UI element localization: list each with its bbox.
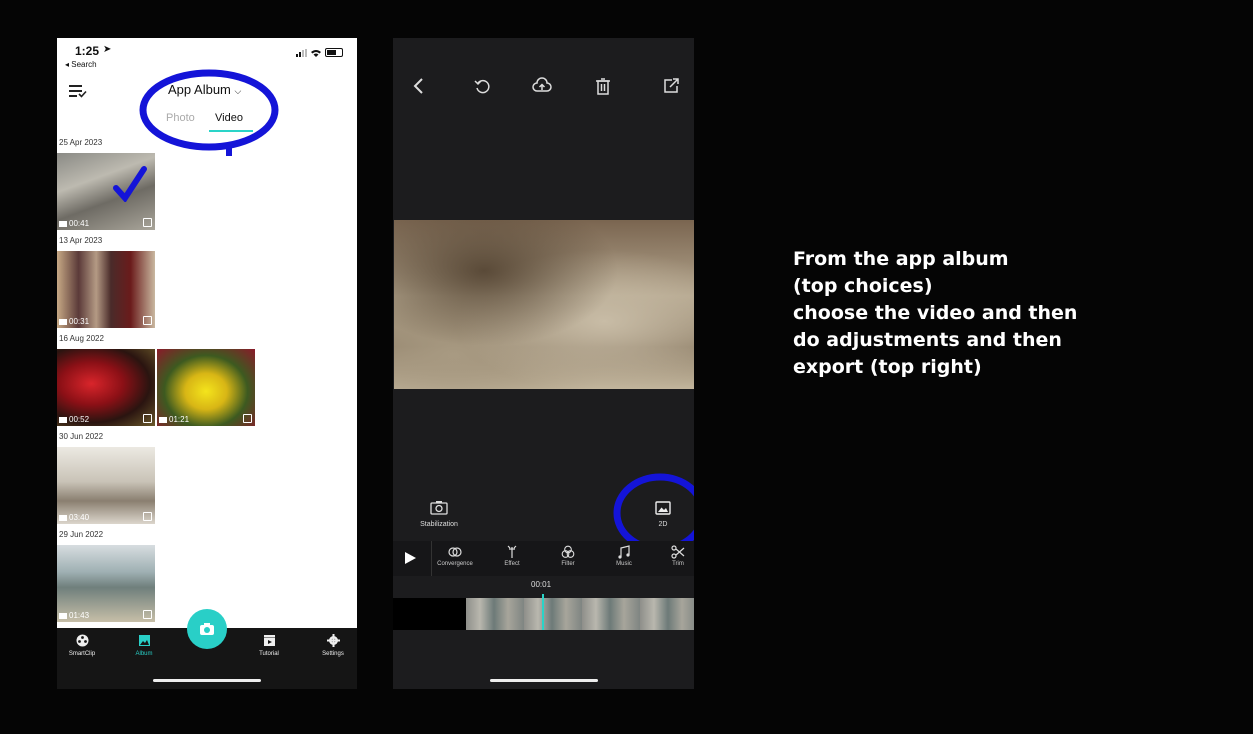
caption-line: export (top right) xyxy=(793,356,982,378)
scissors-icon xyxy=(671,545,685,559)
caption-line: From the app album xyxy=(793,248,1009,270)
video-thumbnail[interactable]: 00:52 xyxy=(57,349,155,426)
effect-wand-icon xyxy=(507,545,517,558)
video-duration: 00:31 xyxy=(59,317,89,326)
date-header: 29 Jun 2022 xyxy=(59,530,104,539)
signal-icon xyxy=(296,48,307,57)
caption-line: choose the video and then xyxy=(793,302,1078,324)
timeline-empty xyxy=(393,598,466,630)
video-thumbnail[interactable]: 03:40 xyxy=(57,447,155,524)
tab-album[interactable]: Album xyxy=(119,634,169,657)
tab-tutorial[interactable]: Tutorial xyxy=(244,634,294,657)
editor-screen: Stabilization 2D Convergence Effect Filt… xyxy=(393,38,694,689)
music-note-icon xyxy=(618,545,630,559)
3d-cube-icon xyxy=(143,512,152,521)
video-duration: 03:40 xyxy=(59,513,89,522)
stabilization-button[interactable]: Stabilization xyxy=(409,521,469,528)
tool-filter[interactable]: Filter xyxy=(546,545,590,567)
status-time: 1:25 xyxy=(75,44,100,58)
wifi-icon xyxy=(311,49,321,57)
video-camera-icon xyxy=(159,416,167,423)
date-header: 30 Jun 2022 xyxy=(59,432,104,441)
play-icon[interactable] xyxy=(403,551,417,565)
video-camera-icon xyxy=(59,416,67,423)
tool-convergence[interactable]: Convergence xyxy=(433,545,477,567)
playhead[interactable] xyxy=(542,594,544,630)
image-icon xyxy=(138,635,150,646)
3d-cube-icon xyxy=(243,414,252,423)
back-icon[interactable] xyxy=(409,76,429,96)
video-thumbnail[interactable]: 01:21 xyxy=(157,349,255,426)
date-header: 25 Apr 2023 xyxy=(59,138,103,147)
timecode: 00:01 xyxy=(531,580,552,589)
trash-icon[interactable] xyxy=(593,76,613,96)
back-to-search-link[interactable]: ◂ Search xyxy=(65,60,97,69)
status-icons xyxy=(296,48,343,57)
battery-icon xyxy=(325,48,343,57)
camera-button[interactable] xyxy=(187,609,227,649)
video-thumbnail[interactable]: 00:31 xyxy=(57,251,155,328)
caption-line: (top choices) xyxy=(793,275,933,297)
camera-icon xyxy=(200,623,214,635)
video-thumbnail[interactable]: 01:43 xyxy=(57,545,155,622)
tool-music[interactable]: Music xyxy=(602,545,646,567)
video-duration: 01:43 xyxy=(59,611,89,620)
film-reel-icon xyxy=(76,634,88,647)
home-indicator xyxy=(153,679,261,682)
convergence-icon xyxy=(448,547,462,557)
stabilization-icon xyxy=(430,501,448,515)
tab-smartclip[interactable]: SmartClip xyxy=(57,634,107,657)
caption-line: do adjustments and then xyxy=(793,329,1062,351)
timeline-strip[interactable] xyxy=(466,598,694,630)
3d-cube-icon xyxy=(143,414,152,423)
tab-settings[interactable]: Settings xyxy=(308,634,357,657)
video-thumbnail[interactable]: 00:41 xyxy=(57,153,155,230)
annotation-circle xyxy=(139,69,279,156)
filter-icon xyxy=(561,545,575,558)
video-camera-icon xyxy=(59,514,67,521)
video-camera-icon xyxy=(59,318,67,325)
gear-icon xyxy=(326,634,340,647)
location-arrow-icon: ➤ xyxy=(103,44,112,55)
3d-cube-icon xyxy=(143,218,152,227)
cloud-upload-icon[interactable] xyxy=(532,76,552,96)
video-camera-icon xyxy=(59,612,67,619)
export-icon[interactable] xyxy=(661,76,681,96)
checkmark-annotation xyxy=(113,166,147,202)
select-list-icon[interactable] xyxy=(69,84,87,98)
3d-cube-icon xyxy=(143,316,152,325)
tool-effect[interactable]: Effect xyxy=(490,545,534,567)
home-indicator xyxy=(490,679,598,682)
divider xyxy=(431,541,432,576)
3d-cube-icon xyxy=(143,610,152,619)
video-preview xyxy=(394,220,694,389)
date-header: 16 Aug 2022 xyxy=(59,334,104,343)
tool-trim[interactable]: Trim xyxy=(656,545,694,567)
date-header: 13 Apr 2023 xyxy=(59,236,103,245)
album-screen: 1:25 ➤ ◂ Search App Album ⌵ Photo Video … xyxy=(57,38,357,689)
video-duration: 00:41 xyxy=(59,219,89,228)
video-camera-icon xyxy=(59,220,67,227)
undo-icon[interactable] xyxy=(473,76,493,96)
edit-toolbar: Convergence Effect Filter Music Trim xyxy=(393,541,694,576)
clapperboard-icon xyxy=(263,635,275,646)
instruction-caption: From the app album (top choices) choose … xyxy=(793,246,1233,381)
video-duration: 01:21 xyxy=(159,415,189,424)
video-duration: 00:52 xyxy=(59,415,89,424)
